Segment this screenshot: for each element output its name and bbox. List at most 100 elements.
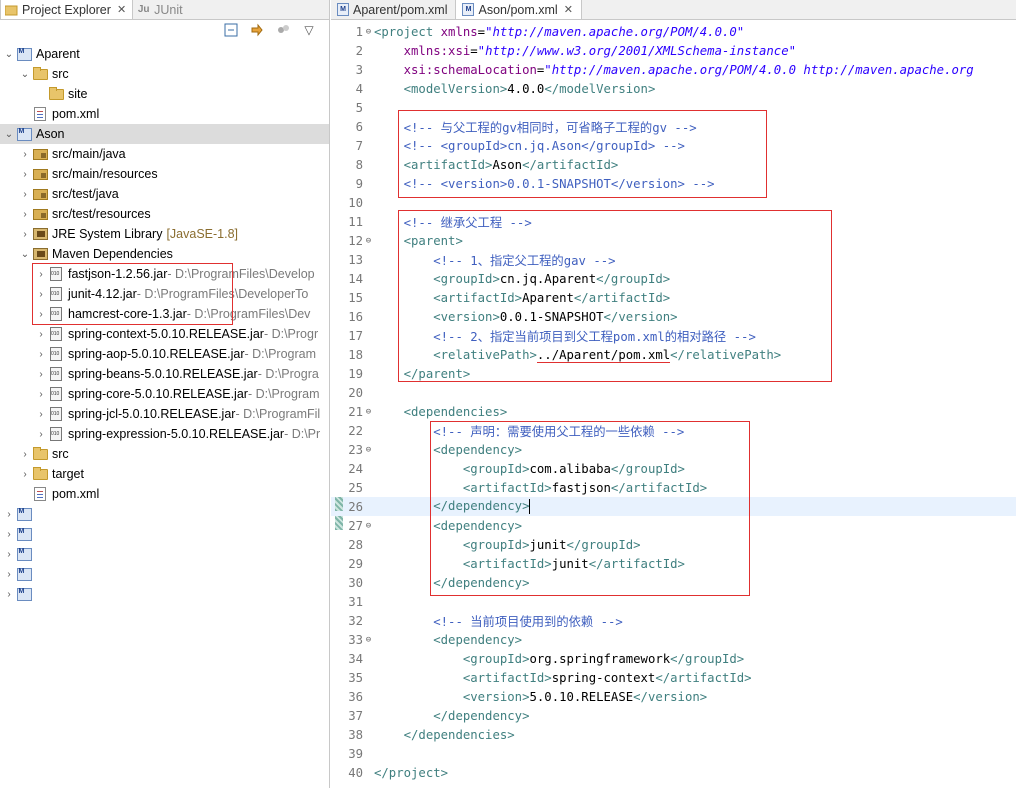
chevron-down-icon[interactable]: ⌄ xyxy=(2,49,16,60)
tree-item-label: src xyxy=(52,67,69,81)
tree-item[interactable]: › src/test/resources xyxy=(0,204,329,224)
code-line[interactable]: 4 <modelVersion>4.0.0</modelVersion> xyxy=(331,79,1016,98)
chevron-right-icon[interactable]: › xyxy=(34,409,48,420)
fold-toggle-icon[interactable]: ⊖ xyxy=(363,236,374,246)
chevron-right-icon[interactable]: › xyxy=(2,529,16,540)
tab-junit[interactable]: Ju JUnit xyxy=(133,0,188,19)
line-number: 19 xyxy=(348,366,363,381)
close-icon[interactable]: ✕ xyxy=(564,3,573,16)
tree-item[interactable]: › target xyxy=(0,464,329,484)
tree-item[interactable]: › spring-context-5.0.10.RELEASE.jar - D:\… xyxy=(0,324,329,344)
chevron-down-icon[interactable]: ⌄ xyxy=(2,129,16,140)
chevron-right-icon[interactable]: › xyxy=(2,569,16,580)
code-line[interactable]: 21 ⊖ <dependencies> xyxy=(331,402,1016,421)
tree-item-decoration: - D:\Progra xyxy=(257,367,319,381)
link-with-editor-icon[interactable] xyxy=(249,22,265,38)
tree-item[interactable]: › src xyxy=(0,444,329,464)
tree-item[interactable]: ⌄ Aparent xyxy=(0,44,329,64)
fold-toggle-icon[interactable]: ⊖ xyxy=(363,27,374,37)
code-token: <!-- 当前项目使用到的依赖 --> xyxy=(433,614,623,629)
tree-item[interactable]: › spring-expression-5.0.10.RELEASE.jar - … xyxy=(0,424,329,444)
code-line[interactable]: 35 <artifactId>spring-context</artifactI… xyxy=(331,668,1016,687)
code-token: </artifactId> xyxy=(655,670,752,685)
folder-icon-glyph xyxy=(32,446,48,460)
collapse-all-icon[interactable] xyxy=(223,22,239,38)
tree-item[interactable]: › xyxy=(0,584,329,604)
focus-icon[interactable] xyxy=(275,22,291,38)
chevron-right-icon[interactable]: › xyxy=(2,509,16,520)
tab-project-explorer[interactable]: Project Explorer ✕ xyxy=(0,0,134,19)
code-line[interactable]: 38 </dependencies> xyxy=(331,725,1016,744)
line-number: 30 xyxy=(348,575,363,590)
tree-item[interactable]: › spring-aop-5.0.10.RELEASE.jar - D:\Prog… xyxy=(0,344,329,364)
tree-item[interactable]: › xyxy=(0,504,329,524)
chevron-right-icon[interactable]: › xyxy=(2,589,16,600)
close-icon[interactable]: ✕ xyxy=(117,3,126,16)
fold-toggle-icon[interactable]: ⊖ xyxy=(363,635,374,645)
tree-item[interactable]: pom.xml xyxy=(0,484,329,504)
chevron-right-icon[interactable]: › xyxy=(18,209,32,220)
chevron-right-icon[interactable]: › xyxy=(18,189,32,200)
code-token: <version> xyxy=(462,689,530,704)
code-line[interactable]: 33 ⊖ <dependency> xyxy=(331,630,1016,649)
maven-project-icon-glyph xyxy=(16,547,32,561)
tree-item[interactable]: › xyxy=(0,524,329,544)
tab-aparent-pom[interactable]: M Aparent/pom.xml xyxy=(331,0,455,19)
line-number: 38 xyxy=(348,727,363,742)
chevron-right-icon[interactable]: › xyxy=(34,389,48,400)
chevron-down-icon[interactable]: ⌄ xyxy=(18,69,32,80)
highlight-box xyxy=(398,110,767,198)
code-line[interactable]: 32 <!-- 当前项目使用到的依赖 --> xyxy=(331,611,1016,630)
line-number: 33 xyxy=(348,632,363,647)
code-line[interactable]: 36 <version>5.0.10.RELEASE</version> xyxy=(331,687,1016,706)
chevron-right-icon[interactable]: › xyxy=(18,449,32,460)
tree-item[interactable]: › spring-core-5.0.10.RELEASE.jar - D:\Pro… xyxy=(0,384,329,404)
code-token: = xyxy=(470,43,478,58)
tree-item[interactable]: › JRE System Library [JavaSE-1.8] xyxy=(0,224,329,244)
tree-item-decoration: - D:\ProgramFil xyxy=(235,407,321,421)
fold-toggle-icon[interactable]: ⊖ xyxy=(363,445,374,455)
fold-toggle-icon[interactable]: ⊖ xyxy=(363,407,374,417)
code-line[interactable]: 2 xmlns:xsi="http://www.w3.org/2001/XMLS… xyxy=(331,41,1016,60)
tree-item[interactable]: ⌄ Ason xyxy=(0,124,329,144)
chevron-right-icon[interactable]: › xyxy=(34,349,48,360)
tree-item-label: Maven Dependencies xyxy=(52,247,173,261)
code-line[interactable]: 1 ⊖ <project xmlns="http://maven.apache.or… xyxy=(331,22,1016,41)
line-number: 39 xyxy=(348,746,363,761)
code-line[interactable]: 40 </project> xyxy=(331,763,1016,782)
folder-icon-glyph xyxy=(32,66,48,80)
tree-item[interactable]: › spring-jcl-5.0.10.RELEASE.jar - D:\Prog… xyxy=(0,404,329,424)
chevron-down-icon[interactable]: ⌄ xyxy=(18,249,32,260)
code-line[interactable]: 39 xyxy=(331,744,1016,763)
code-line[interactable]: 37 </dependency> xyxy=(331,706,1016,725)
tree-item[interactable]: › xyxy=(0,544,329,564)
chevron-right-icon[interactable]: › xyxy=(34,429,48,440)
tree-item[interactable]: › src/main/java xyxy=(0,144,329,164)
chevron-right-icon[interactable]: › xyxy=(18,469,32,480)
chevron-right-icon[interactable]: › xyxy=(34,329,48,340)
tree-item[interactable]: pom.xml xyxy=(0,104,329,124)
chevron-right-icon[interactable]: › xyxy=(18,169,32,180)
library-icon xyxy=(32,227,48,241)
tree-item[interactable]: › src/test/java xyxy=(0,184,329,204)
view-menu-chevron-down-icon[interactable]: ▽ xyxy=(301,22,317,38)
tree-item[interactable]: › src/main/resources xyxy=(0,164,329,184)
chevron-right-icon[interactable]: › xyxy=(34,369,48,380)
chevron-right-icon[interactable]: › xyxy=(18,149,32,160)
tree-item[interactable]: › xyxy=(0,564,329,584)
chevron-right-icon[interactable]: › xyxy=(2,549,16,560)
fold-toggle-icon[interactable]: ⊖ xyxy=(363,521,374,531)
tree-item[interactable]: site xyxy=(0,84,329,104)
folder-icon-glyph xyxy=(48,86,64,100)
tree-item[interactable]: ⌄ src xyxy=(0,64,329,84)
tab-ason-pom[interactable]: M Ason/pom.xml ✕ xyxy=(455,0,582,19)
tree-item[interactable]: › spring-beans-5.0.10.RELEASE.jar - D:\Pr… xyxy=(0,364,329,384)
code-text: </dependency> xyxy=(374,709,529,723)
code-text: <version>5.0.10.RELEASE</version> xyxy=(374,690,707,704)
code-line[interactable]: 3 xsi:schemaLocation="http://maven.apach… xyxy=(331,60,1016,79)
code-line[interactable]: 34 <groupId>org.springframework</groupId… xyxy=(331,649,1016,668)
code-line[interactable]: 20 xyxy=(331,383,1016,402)
tree-item[interactable]: ⌄ Maven Dependencies xyxy=(0,244,329,264)
chevron-right-icon[interactable]: › xyxy=(18,229,32,240)
